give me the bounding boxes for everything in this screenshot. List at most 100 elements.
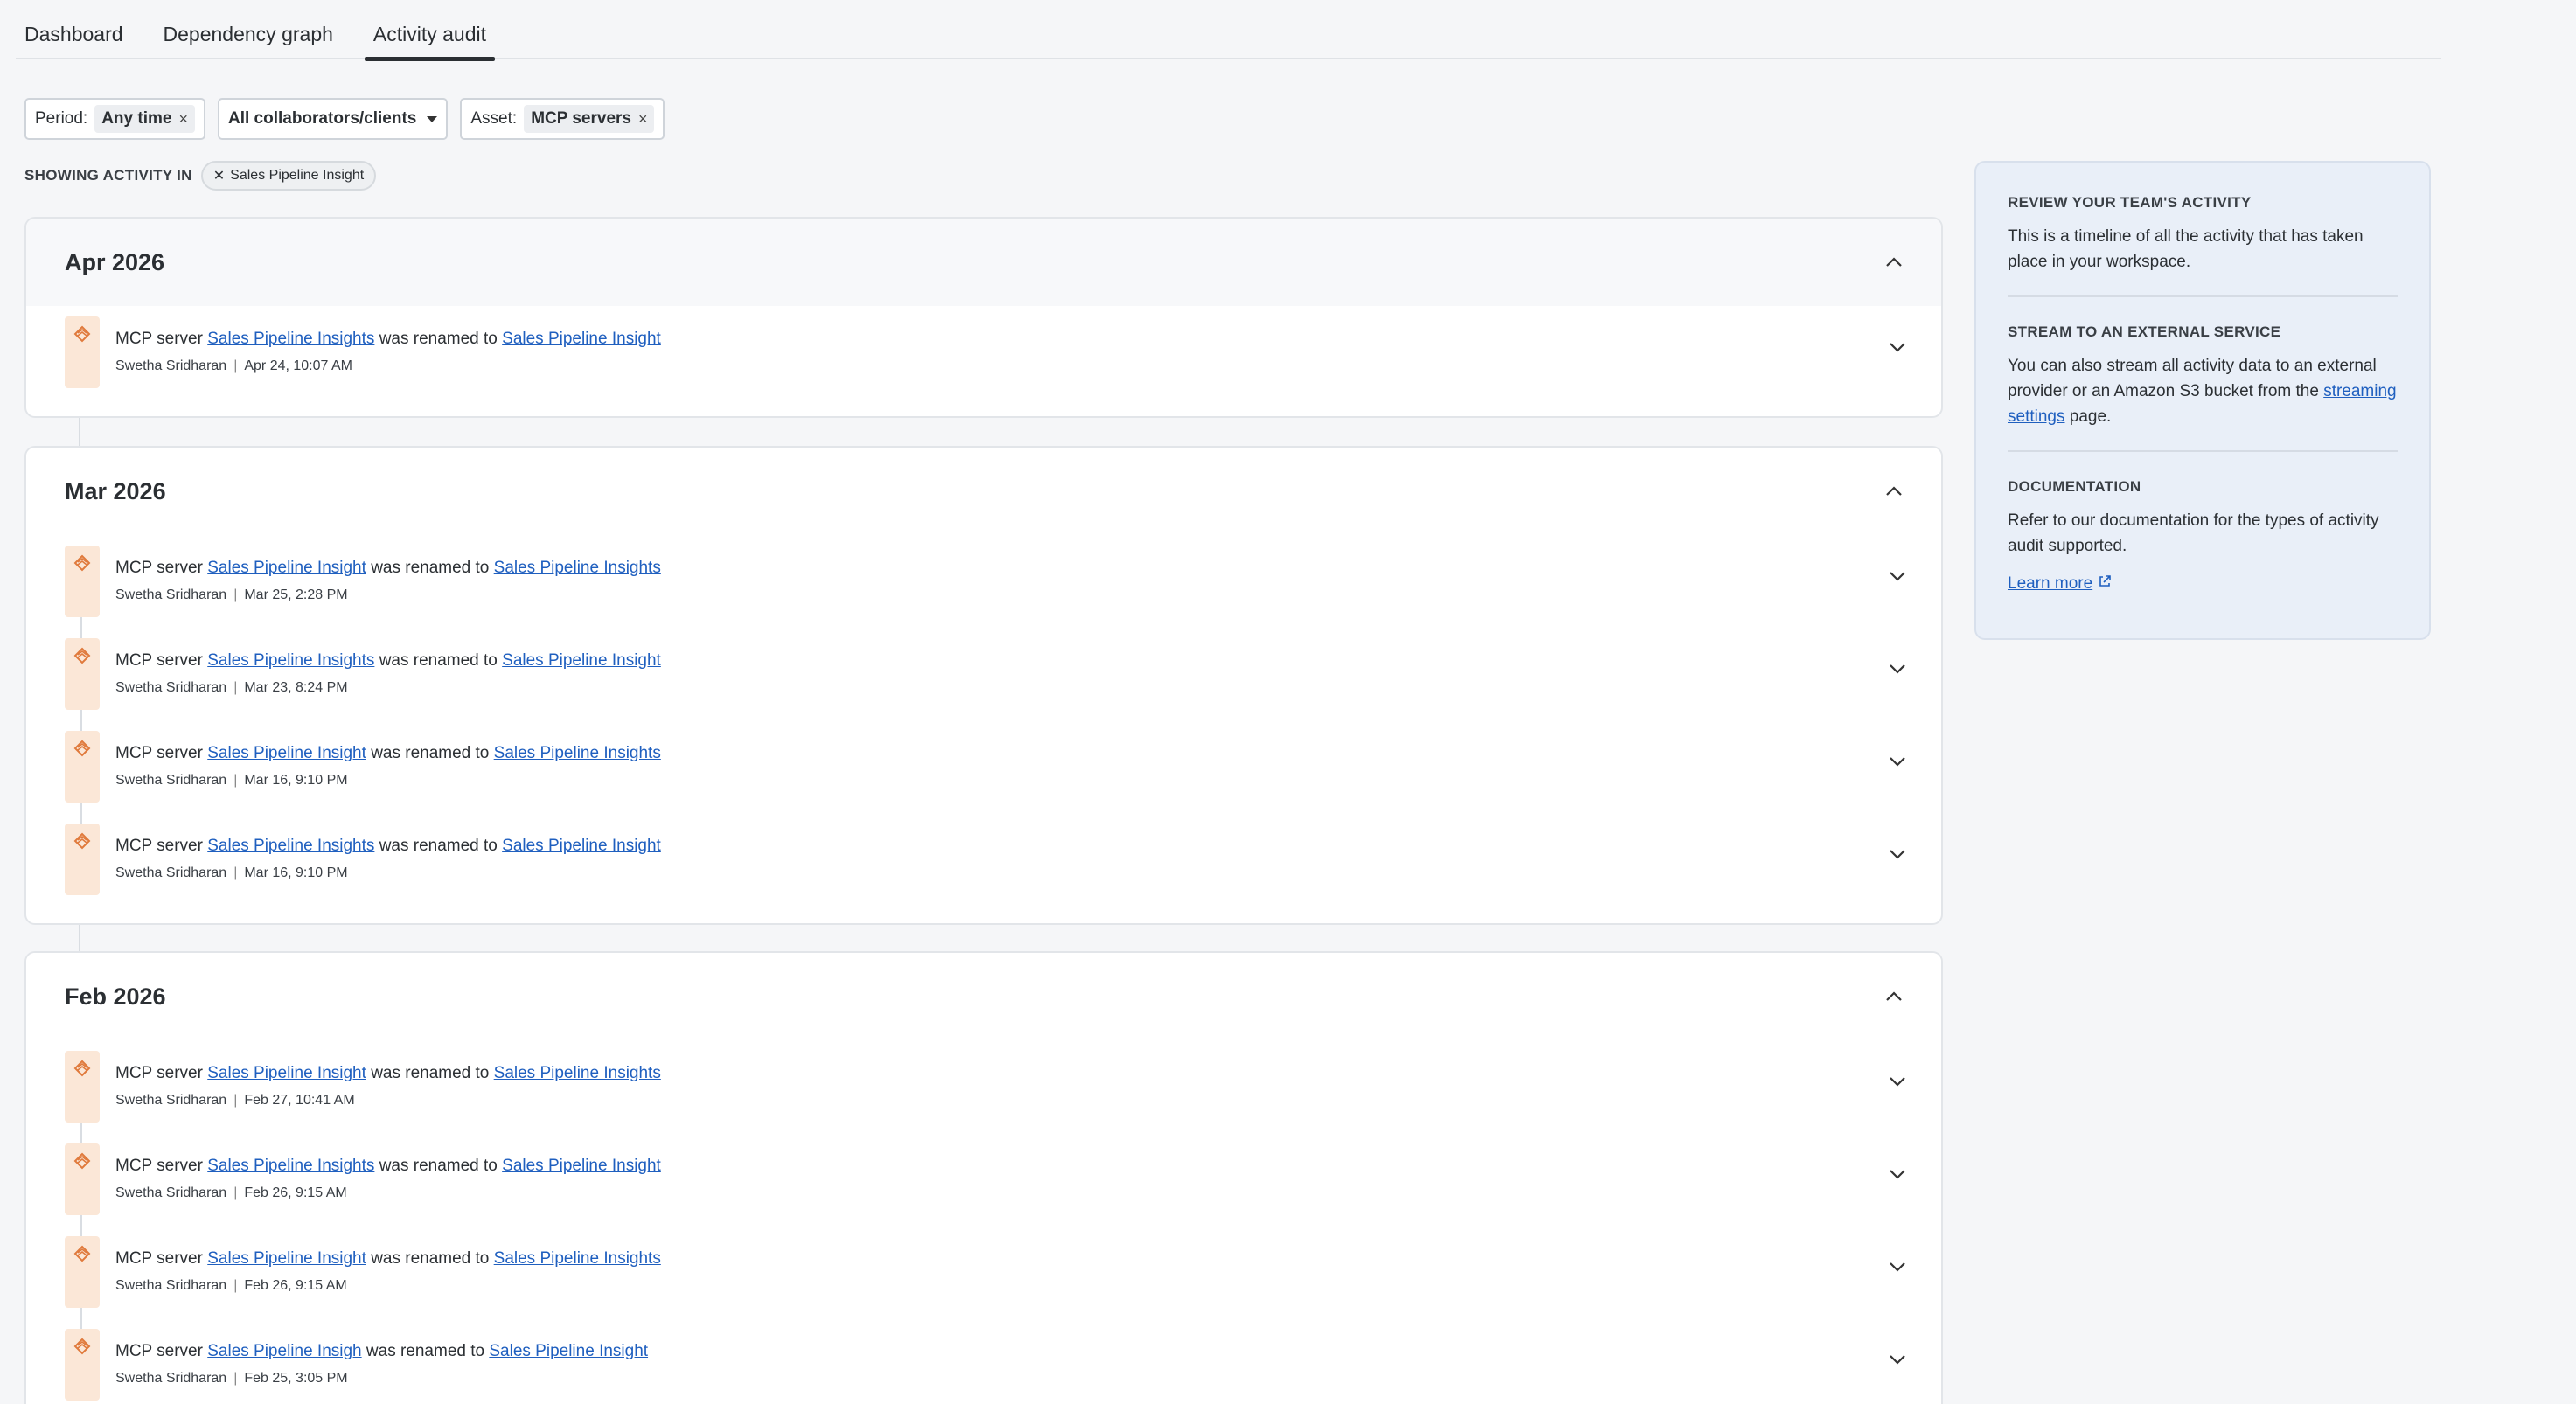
entry-user: Swetha Sridharan [115,1185,227,1200]
caret-down-icon [427,115,438,122]
activity-row[interactable]: MCP server Sales Pipeline Insigh was ren… [26,1318,1941,1404]
entry-timestamp: Feb 26, 9:15 AM [244,1278,347,1293]
expand-chevron-icon[interactable] [1889,1261,1906,1276]
activity-row[interactable]: MCP server Sales Pipeline Insight was re… [26,720,1941,813]
activity-meta: Swetha Sridharan | Mar 16, 9:10 PM [115,773,661,789]
entry-verb: was renamed to [371,1064,490,1082]
old-name-link[interactable]: Sales Pipeline Insigh [207,1342,361,1360]
activity-row[interactable]: MCP server Sales Pipeline Insights was r… [26,628,1941,720]
new-name-link[interactable]: Sales Pipeline Insight [502,651,661,670]
scope-chip[interactable]: ✕ Sales Pipeline Insight [200,161,377,191]
asset-filter[interactable]: Asset: MCP servers × [460,98,665,140]
expand-chevron-icon[interactable] [1889,848,1906,864]
entry-timestamp: Feb 25, 3:05 PM [244,1371,348,1386]
entry-user: Swetha Sridharan [115,358,227,373]
entry-prefix: MCP server [115,1157,203,1175]
entry-verb: was renamed to [371,744,490,762]
meta-separator: | [233,587,238,602]
expand-chevron-icon[interactable] [1889,341,1906,357]
old-name-link[interactable]: Sales Pipeline Insights [207,330,374,348]
activity-text: MCP server Sales Pipeline Insights was r… [115,836,661,881]
entry-user: Swetha Sridharan [115,587,227,602]
activity-meta: Swetha Sridharan | Mar 23, 8:24 PM [115,680,661,696]
old-name-link[interactable]: Sales Pipeline Insight [207,744,366,762]
review-title: REVIEW YOUR TEAM'S ACTIVITY [2008,194,2252,211]
external-link-icon[interactable] [2098,574,2112,594]
activity-meta: Swetha Sridharan | Mar 25, 2:28 PM [115,587,661,603]
activity-meta: Swetha Sridharan | Mar 16, 9:10 PM [115,865,661,881]
meta-separator: | [233,680,238,695]
panel-divider [2008,450,2398,452]
new-name-link[interactable]: Sales Pipeline Insights [494,1249,661,1268]
entry-user: Swetha Sridharan [115,680,227,695]
info-panel: REVIEW YOUR TEAM'S ACTIVITY This is a ti… [1974,161,2431,640]
collapse-chevron-icon[interactable] [1882,250,1906,275]
activity-row[interactable]: MCP server Sales Pipeline Insight was re… [26,1226,1941,1318]
old-name-link[interactable]: Sales Pipeline Insights [207,651,374,670]
entry-user: Swetha Sridharan [115,1093,227,1108]
tab-dashboard[interactable]: Dashboard [16,0,132,59]
expand-chevron-icon[interactable] [1889,1075,1906,1091]
old-name-link[interactable]: Sales Pipeline Insight [207,1064,366,1082]
activity-row[interactable]: MCP server Sales Pipeline Insights was r… [26,306,1941,399]
learn-more-link[interactable]: Learn more [2008,574,2092,594]
new-name-link[interactable]: Sales Pipeline Insight [502,330,661,348]
activity-text: MCP server Sales Pipeline Insights was r… [115,650,661,696]
new-name-link[interactable]: Sales Pipeline Insight [502,837,661,855]
period-value-text: Any time [101,109,172,128]
month-title: Feb 2026 [65,983,166,1010]
new-name-link[interactable]: Sales Pipeline Insight [502,1157,661,1175]
expand-chevron-icon[interactable] [1889,755,1906,771]
month-header[interactable]: Feb 2026 [26,953,1941,1040]
new-name-link[interactable]: Sales Pipeline Insights [494,559,661,577]
expand-chevron-icon[interactable] [1889,1168,1906,1184]
activity-row[interactable]: MCP server Sales Pipeline Insights was r… [26,1133,1941,1226]
activity-audit-page: Dashboard Dependency graph Activity audi… [0,0,2576,1404]
activity-title: MCP server Sales Pipeline Insight was re… [115,558,661,579]
activity-row[interactable]: MCP server Sales Pipeline Insight was re… [26,535,1941,628]
entry-timestamp: Mar 16, 9:10 PM [244,773,348,788]
expand-chevron-icon[interactable] [1889,1353,1906,1369]
docs-text: Refer to our documentation for the types… [2008,511,2379,555]
clear-asset-icon[interactable]: × [638,110,648,129]
activity-row[interactable]: MCP server Sales Pipeline Insight was re… [26,1040,1941,1133]
activity-meta: Swetha Sridharan | Feb 27, 10:41 AM [115,1093,661,1109]
meta-separator: | [233,1185,238,1200]
collapse-chevron-icon[interactable] [1882,984,1906,1009]
period-filter[interactable]: Period: Any time × [24,98,205,140]
entry-prefix: MCP server [115,837,203,855]
activity-text: MCP server Sales Pipeline Insight was re… [115,558,661,603]
mcp-server-icon [65,638,100,710]
new-name-link[interactable]: Sales Pipeline Insights [494,1064,661,1082]
activity-title: MCP server Sales Pipeline Insight was re… [115,743,661,764]
entry-verb: was renamed to [371,559,490,577]
entry-verb: was renamed to [379,330,498,348]
docs-title: DOCUMENTATION [2008,478,2141,495]
new-name-link[interactable]: Sales Pipeline Insights [494,744,661,762]
expand-chevron-icon[interactable] [1889,570,1906,586]
old-name-link[interactable]: Sales Pipeline Insights [207,1157,374,1175]
old-name-link[interactable]: Sales Pipeline Insight [207,1249,366,1268]
collaborators-select[interactable]: All collaborators/clients [217,98,449,140]
entry-user: Swetha Sridharan [115,1278,227,1293]
activity-row[interactable]: MCP server Sales Pipeline Insights was r… [26,813,1941,906]
old-name-link[interactable]: Sales Pipeline Insights [207,837,374,855]
month-title: Mar 2026 [65,477,166,504]
remove-scope-icon[interactable]: ✕ [213,167,225,184]
entries-list: MCP server Sales Pipeline Insight was re… [26,1040,1941,1404]
scope-chip-label: Sales Pipeline Insight [230,168,365,183]
tab-activity-audit[interactable]: Activity audit [364,0,496,61]
month-header[interactable]: Mar 2026 [26,448,1941,535]
tab-dependency-graph[interactable]: Dependency graph [155,0,342,59]
month-header[interactable]: Apr 2026 [26,219,1941,306]
activity-title: MCP server Sales Pipeline Insight was re… [115,1248,661,1269]
clear-period-icon[interactable]: × [178,110,188,129]
entry-verb: was renamed to [379,1157,498,1175]
expand-chevron-icon[interactable] [1889,663,1906,678]
new-name-link[interactable]: Sales Pipeline Insight [489,1342,648,1360]
old-name-link[interactable]: Sales Pipeline Insight [207,559,366,577]
entry-verb: was renamed to [366,1342,485,1360]
entry-prefix: MCP server [115,744,203,762]
collapse-chevron-icon[interactable] [1882,479,1906,504]
mcp-server-icon [65,1143,100,1215]
